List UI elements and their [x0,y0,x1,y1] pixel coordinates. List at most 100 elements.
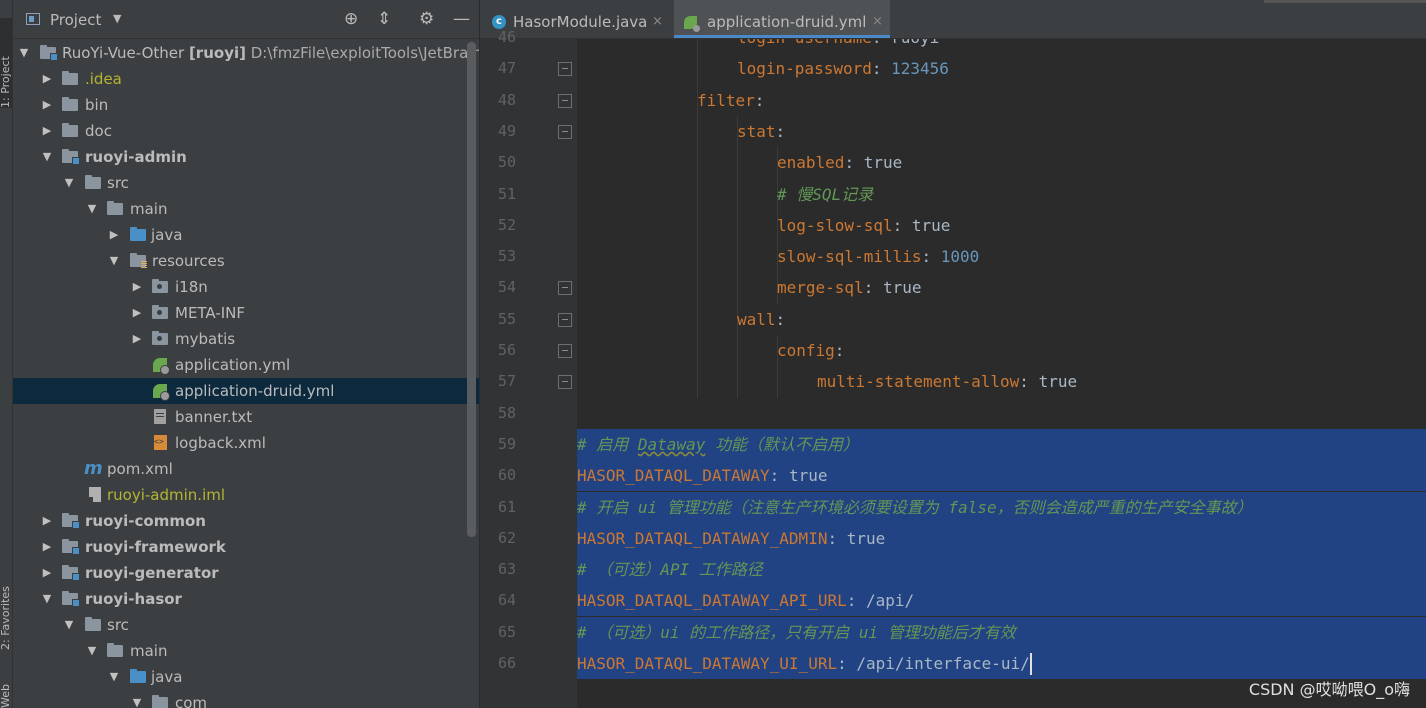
chevron-down-icon[interactable]: ▼ [40,586,54,612]
chevron-right-icon[interactable]: ▶ [130,326,144,352]
tree-node-i18n[interactable]: ▶ i18n [13,274,479,300]
yaml-key: login-password [737,59,872,79]
crosshair-icon[interactable]: ⊕ [344,9,358,29]
fold-collapse-icon[interactable] [558,312,572,327]
project-view-icon [26,13,40,25]
code-line[interactable]: wall: [577,304,1426,335]
tree-node-pom-xml[interactable]: m pom.xml [13,456,479,482]
chevron-right-icon[interactable]: ▶ [130,300,144,326]
chevron-down-icon[interactable]: ▼ [40,144,54,170]
yaml-value: true [788,466,828,486]
tree-node-ruoyi-admin-iml[interactable]: ruoyi-admin.iml [13,482,479,508]
favorites-tool-button[interactable]: 2: Favorites [0,570,12,650]
code-line[interactable]: filter: [577,85,1426,116]
chevron-right-icon[interactable]: ▶ [40,560,54,586]
tree-node-doc[interactable]: ▶ doc [13,118,479,144]
tree-node-java[interactable]: ▼ java [13,664,479,690]
code-line[interactable]: config: [577,335,1426,366]
yaml-comment: # 开启 ui 管理功能（注意生产环境必须要设置为 false，否则会造成严重的… [577,497,1253,517]
fold-end-icon[interactable] [558,62,572,77]
tree-node-ruoyi-framework[interactable]: ▶ ruoyi-framework [13,534,479,560]
minimize-icon[interactable]: — [453,9,470,29]
chevron-down-icon[interactable]: ▼ [85,638,99,664]
tree-node-src[interactable]: ▼ src [13,170,479,196]
code-line[interactable]: slow-sql-millis: 1000 [577,241,1426,272]
chevron-right-icon[interactable]: ▶ [40,534,54,560]
fold-end-icon[interactable] [558,281,572,296]
tree-node-main[interactable]: ▼ main [13,638,479,664]
chevron-down-icon[interactable]: ▼ [113,12,121,25]
tree-node-banner-txt[interactable]: banner.txt [13,404,479,430]
code-line[interactable]: HASOR_DATAQL_DATAWAY_UI_URL: /api/interf… [577,648,1426,679]
tree-node-bin[interactable]: ▶ bin [13,92,479,118]
code-line[interactable]: HASOR_DATAQL_DATAWAY: true [577,460,1426,492]
chevron-right-icon[interactable]: ▶ [40,508,54,534]
tree-node-ruoyi-common[interactable]: ▶ ruoyi-common [13,508,479,534]
tree-node-logback-xml[interactable]: logback.xml [13,430,479,456]
gear-icon[interactable]: ⚙ [419,9,434,29]
code-line[interactable]: login-username: ruoyi [577,39,1426,53]
close-icon[interactable]: × [652,0,663,44]
code-line[interactable]: login-password: 123456 [577,53,1426,84]
code-line[interactable]: merge-sql: true [577,272,1426,303]
chevron-right-icon[interactable]: ▶ [107,222,121,248]
chevron-right-icon[interactable]: ▶ [40,118,54,144]
code-line[interactable]: multi-statement-allow: true [577,366,1426,397]
tree-node-meta-inf[interactable]: ▶ META-INF [13,300,479,326]
code-line[interactable]: # （可选）API 工作路径 [577,554,1426,586]
tree-scrollbar[interactable] [467,42,476,537]
tree-node-root[interactable]: ▼ RuoYi-Vue-Other [ruoyi] D:\fmzFile\exp… [13,40,479,66]
tree-node-ruoyi-hasor[interactable]: ▼ ruoyi-hasor [13,586,479,612]
chevron-down-icon[interactable]: ▼ [107,664,121,690]
code-line[interactable]: # 开启 ui 管理功能（注意生产环境必须要设置为 false，否则会造成严重的… [577,491,1426,523]
code-line[interactable]: HASOR_DATAQL_DATAWAY_ADMIN: true [577,522,1426,554]
chevron-down-icon[interactable]: ▼ [62,612,76,638]
tab-scroll-thumb[interactable] [1264,0,1426,3]
tree-node-mybatis[interactable]: ▶ mybatis [13,326,479,352]
chevron-right-icon[interactable]: ▶ [40,92,54,118]
code-line[interactable] [577,398,1426,429]
code-line[interactable]: enabled: true [577,147,1426,178]
code-line[interactable]: HASOR_DATAQL_DATAWAY_API_URL: /api/ [577,585,1426,617]
code-line[interactable]: stat: [577,116,1426,147]
chevron-down-icon[interactable]: ▼ [62,170,76,196]
web-tool-button[interactable]: Web [0,680,12,708]
chevron-down-icon[interactable]: ▼ [85,196,99,222]
code-line[interactable]: # 慢SQL记录 [577,179,1426,210]
code-line[interactable]: # 启用 Dataway 功能（默认不启用） [577,428,1426,460]
tool-window-strip: 1: Project 2: Favorites Web [0,0,13,708]
collapse-icon[interactable]: ⇕ [377,9,391,29]
tree-node-main[interactable]: ▼ main [13,196,479,222]
close-icon[interactable]: × [872,0,883,44]
code-line[interactable]: log-slow-sql: true [577,210,1426,241]
yaml-key: enabled [777,153,845,173]
tree-node-ruoyi-admin[interactable]: ▼ ruoyi-admin [13,144,479,170]
tree-node-label: .idea [85,70,122,88]
chevron-right-icon[interactable]: ▶ [130,274,144,300]
project-tool-button[interactable]: 1: Project [0,18,12,108]
chevron-down-icon[interactable]: ▼ [17,40,31,66]
fold-end-icon[interactable] [558,375,572,390]
fold-collapse-icon[interactable] [558,93,572,108]
chevron-right-icon[interactable]: ▶ [40,66,54,92]
tree-node-ruoyi-generator[interactable]: ▶ ruoyi-generator [13,560,479,586]
tree-node-idea[interactable]: ▶ .idea [13,66,479,92]
tree-node-application-druid-yml[interactable]: application-druid.yml [13,378,479,404]
code-line[interactable]: # （可选）ui 的工作路径，只有开启 ui 管理功能后才有效 [577,616,1426,648]
fold-collapse-icon[interactable] [558,344,572,358]
code-editor[interactable]: login-username: ruoyilogin-password: 123… [577,39,1426,708]
fold-collapse-icon[interactable] [558,124,572,139]
yaml-key: filter [697,90,755,110]
yaml-comment: Dataway [637,434,706,454]
tab-application-druid-yml[interactable]: application-druid.yml × [674,0,890,38]
chevron-down-icon[interactable]: ▼ [107,248,121,274]
module-folder-icon [62,565,80,581]
tree-node-application-yml[interactable]: application.yml [13,352,479,378]
package-folder-icon [152,331,168,345]
tree-node-src[interactable]: ▼ src [13,612,479,638]
project-view-selector[interactable]: Project [50,11,101,29]
tree-node-resources[interactable]: ▼ resources [13,248,479,274]
tree-node-com[interactable]: ▼ com [13,690,479,708]
tree-node-java[interactable]: ▶ java [13,222,479,248]
chevron-down-icon[interactable]: ▼ [130,690,144,708]
